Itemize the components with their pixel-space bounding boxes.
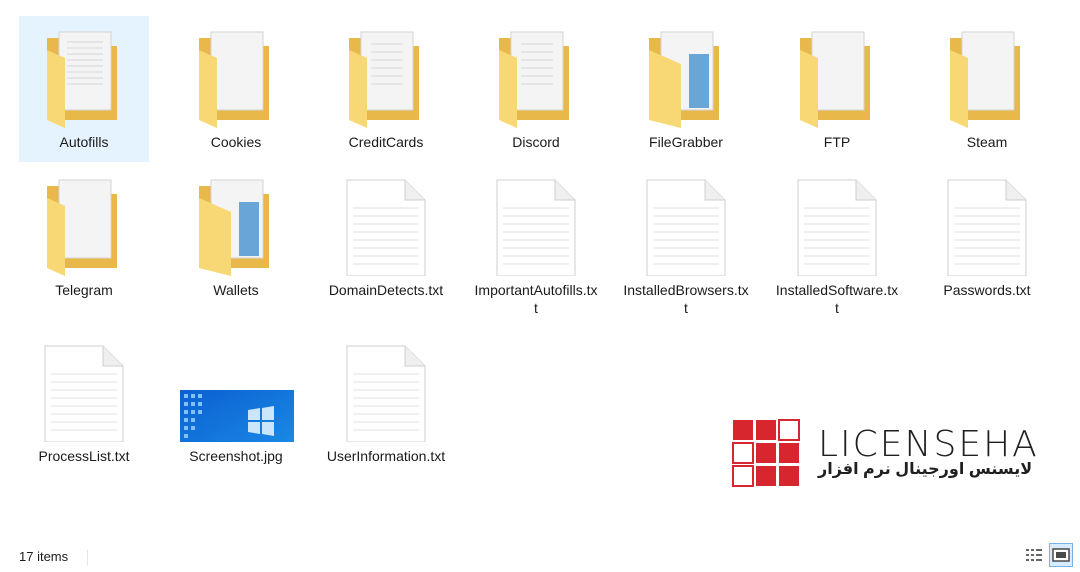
- file-item-processlist[interactable]: ProcessList.txt: [19, 330, 149, 476]
- file-label: Screenshot.jpg: [189, 448, 283, 464]
- file-item-telegram[interactable]: Telegram: [19, 164, 149, 310]
- text-file-icon: [326, 172, 446, 276]
- file-label: InstalledBrowsers.txt: [623, 282, 749, 316]
- status-item-count: 17 items: [19, 549, 69, 564]
- file-label: FileGrabber: [649, 134, 723, 150]
- text-file-icon: [777, 172, 897, 276]
- file-label: Wallets: [213, 282, 259, 298]
- file-label: FTP: [823, 134, 851, 150]
- file-label: Discord: [512, 134, 560, 150]
- folder-icon: [927, 24, 1047, 128]
- large-icons-view-icon: [1052, 548, 1070, 562]
- details-view-button[interactable]: [1022, 543, 1046, 567]
- text-file-icon: [626, 172, 746, 276]
- folder-icon: [777, 24, 897, 128]
- folder-image-icon: [626, 24, 746, 128]
- details-view-icon: [1026, 549, 1042, 561]
- file-item-passwords[interactable]: Passwords.txt: [922, 164, 1052, 310]
- image-thumbnail-icon: [176, 338, 296, 442]
- file-item-installedbrowsers[interactable]: InstalledBrowsers.txt: [621, 164, 751, 316]
- folder-icon: [176, 24, 296, 128]
- file-label: ImportantAutofills.txt: [474, 282, 598, 316]
- file-label: ProcessList.txt: [38, 448, 130, 464]
- text-file-icon: [927, 172, 1047, 276]
- file-item-creditcards[interactable]: CreditCards: [321, 16, 451, 162]
- file-item-discord[interactable]: Discord: [471, 16, 601, 162]
- file-label: CreditCards: [348, 134, 424, 150]
- file-label: Passwords.txt: [943, 282, 1031, 298]
- folder-icon: [326, 24, 446, 128]
- large-icons-view-button[interactable]: [1049, 543, 1073, 567]
- text-file-icon: [326, 338, 446, 442]
- text-file-icon: [24, 338, 144, 442]
- file-item-screenshot[interactable]: Screenshot.jpg: [171, 330, 301, 476]
- file-item-userinformation[interactable]: UserInformation.txt: [321, 330, 451, 476]
- file-label: DomainDetects.txt: [328, 282, 444, 298]
- file-item-cookies[interactable]: Cookies: [171, 16, 301, 162]
- folder-icon: [24, 172, 144, 276]
- file-label: Cookies: [210, 134, 262, 150]
- file-label: InstalledSoftware.txt: [775, 282, 899, 316]
- file-item-ftp[interactable]: FTP: [772, 16, 902, 162]
- file-label: Telegram: [55, 282, 113, 298]
- file-item-installedsoftware[interactable]: InstalledSoftware.txt: [772, 164, 902, 316]
- status-divider: [87, 550, 88, 566]
- file-label: UserInformation.txt: [326, 448, 446, 464]
- file-item-domaindetects[interactable]: DomainDetects.txt: [321, 164, 451, 310]
- file-item-steam[interactable]: Steam: [922, 16, 1052, 162]
- file-item-autofills[interactable]: Autofills: [19, 16, 149, 162]
- file-item-importantautofills[interactable]: ImportantAutofills.txt: [471, 164, 601, 316]
- file-label: Steam: [966, 134, 1008, 150]
- watermark-subtitle: لایسنس اورجینال نرم افزار: [818, 461, 1033, 478]
- folder-icon: [476, 24, 596, 128]
- file-label: Autofills: [59, 134, 109, 150]
- file-item-filegrabber[interactable]: FileGrabber: [621, 16, 751, 162]
- folder-image-icon: [176, 172, 296, 276]
- text-file-icon: [476, 172, 596, 276]
- file-item-wallets[interactable]: Wallets: [171, 164, 301, 310]
- folder-icon: [24, 24, 144, 128]
